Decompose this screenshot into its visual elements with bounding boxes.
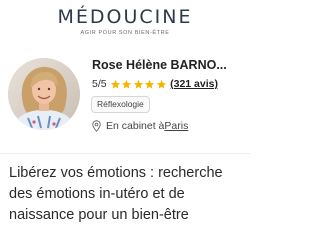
section-divider xyxy=(0,153,250,154)
logo-text-pre: M xyxy=(57,6,76,28)
star-icon xyxy=(156,79,166,89)
rating-stars xyxy=(110,79,168,90)
logo-text-post: DOUCINE xyxy=(89,6,193,28)
star-icon xyxy=(110,79,120,89)
medoucine-logo[interactable]: MÉDOUCINE xyxy=(0,6,250,28)
location-city-link[interactable]: Paris xyxy=(164,120,188,132)
rating-row: 5/5 (321 avis) xyxy=(92,77,218,91)
star-icon xyxy=(145,79,155,89)
location-prefix: En cabinet à xyxy=(106,120,165,132)
rating-score: 5/5 xyxy=(92,78,107,90)
star-icon xyxy=(133,79,143,89)
map-pin-icon xyxy=(92,120,101,132)
reviews-link[interactable]: (321 avis) xyxy=(170,78,218,90)
location-row: En cabinet à Paris xyxy=(92,119,188,133)
logo-tagline: AGIR POUR SON BIEN-ÊTRE xyxy=(80,30,170,36)
star-icon xyxy=(122,79,132,89)
logo-text-accent: É xyxy=(75,6,90,28)
specialty-badge[interactable]: Réflexologie xyxy=(91,96,150,113)
practitioner-avatar[interactable] xyxy=(8,58,80,130)
practitioner-name[interactable]: Rose Hélène BARNO... xyxy=(92,58,247,73)
practitioner-card: Rose Hélène BARNO... 5/5 (321 avis) Réfl… xyxy=(0,54,250,134)
site-header: MÉDOUCINE AGIR POUR SON BIEN-ÊTRE xyxy=(0,0,250,42)
session-headline: Libérez vos émotions : recherche des émo… xyxy=(9,165,223,223)
avatar-photo xyxy=(8,58,80,130)
